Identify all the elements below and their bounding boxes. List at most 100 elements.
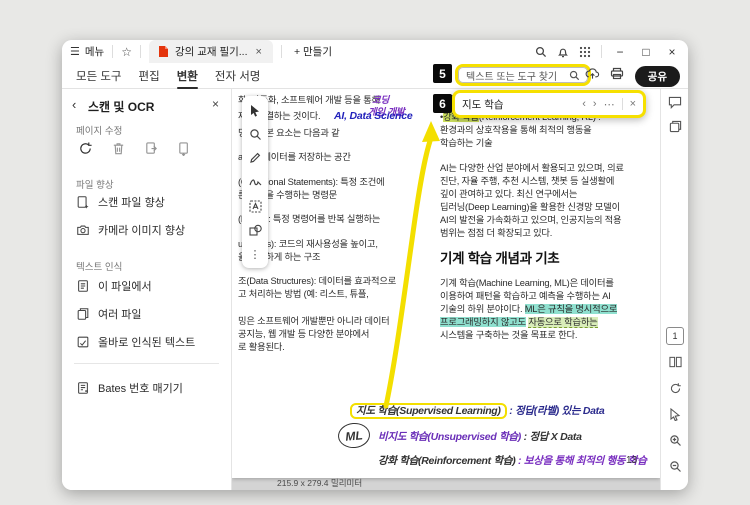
page-view-icon[interactable] [666,353,684,371]
share-button[interactable]: 공유 [634,66,680,87]
zoom-in-icon[interactable] [666,431,684,449]
highlighted-note-label: 지도 학습(Supervised Learning) [350,403,507,419]
export-pages-icon[interactable] [666,117,684,135]
doc-text-line: 밍은 소프트웨어 개발뿐만 아니라 데이터 [238,316,390,326]
doc-text-line: 프로그래밍하지 않고도 자동으로 학습하는 [440,314,598,328]
section-label-recognize: 텍스트 인식 [76,262,123,273]
zoom-tool-icon[interactable] [246,125,264,143]
doc-text-line: 진단, 자율 주행, 추천 시스템, 챗봇 등 실생활에 [440,176,615,186]
document-tab-title: 강의 교재 필기... [174,46,248,58]
print-icon[interactable] [610,67,624,80]
zoom-out-icon[interactable] [666,457,684,475]
insert-page-icon[interactable] [140,137,162,159]
toolbar-tab-convert[interactable]: 변환 [176,64,199,89]
create-button[interactable]: + 만들기 [290,44,336,59]
handwritten-ml-circle: ML [336,421,372,450]
toolbar-tab-sign[interactable]: 전자 서명 [215,64,261,88]
extract-page-icon[interactable] [173,137,195,159]
panel-close-icon[interactable]: × [212,97,219,111]
acrobat-window: ☰ 메뉴 ☆ 강의 교재 필기... × + 만들기 − □ × 모든 도구 편… [62,40,688,490]
search-icon [570,70,580,80]
section-label-pages: 페이지 수정 [76,126,123,137]
menu-label: 메뉴 [84,46,105,58]
section-heading: 기계 학습 개념과 기초 [440,251,560,266]
recognized-text-label: 올바로 인식된 텍스트 [98,336,196,349]
pen-tool-icon[interactable] [246,149,264,167]
previous-result-icon[interactable]: ‹ [582,98,586,110]
doc-text-line: AI는 다양한 산업 분야에서 활용되고 있으며, 의료 [440,163,624,173]
handwritten-note-blue: AI, Data Science [334,110,413,122]
recognized-text-item[interactable]: 올바로 인식된 텍스트 [76,333,195,350]
toolbar-tab-all-tools[interactable]: 모든 도구 [76,64,122,88]
document-view[interactable]: 화, 자동화, 소프트웨어 개발 등을 통해 제를 해결하는 것이다. 밍의 기… [232,89,660,490]
hand-tool-icon[interactable] [666,405,684,423]
find-text-or-tools-input[interactable]: 텍스트 또는 도구 찾기 [458,67,589,83]
close-window-button[interactable]: × [664,45,680,59]
text-tool-icon[interactable] [246,197,264,215]
recognize-multiple-files-item[interactable]: 여러 파일 [76,305,142,322]
search-icon[interactable] [535,46,547,58]
document-tab[interactable]: 강의 교재 필기... × [148,40,273,63]
more-tools-icon[interactable]: ⋮ [246,245,264,263]
page-dimensions-status: 215.9 x 279.4 밀리미터 [277,478,363,488]
panel-back-icon[interactable]: ‹ [72,97,76,112]
recognized-text-icon [77,336,89,347]
doc-text-line: 기술의 하위 분야이다. ML은 규칙을 명시적으로 [440,301,617,315]
more-options-icon[interactable]: ⋯ [604,98,615,111]
right-tool-rail: 1 [660,89,688,490]
shapes-tool-icon[interactable] [246,221,264,239]
doc-text-line: 딥러닝(Deep Learning)을 활용한 신경망 모델이 [440,202,620,212]
hamburger-icon: ☰ [70,46,80,58]
doc-text-line: AI의 발전을 가속화하고 있으며, 인공지능의 적용 [440,215,622,225]
page-number: 13 [626,455,638,466]
bates-numbering-icon [78,381,88,394]
signature-tool-icon[interactable] [246,173,264,191]
handwritten-note-unsupervised: 비지도 학습(Unsupervised 학습) : 정답 X Data [378,429,582,444]
note-label: 비지도 학습(Unsupervised 학습) [378,431,521,443]
cloud-upload-icon[interactable] [585,67,600,80]
maximize-button[interactable]: □ [638,45,654,59]
toolbar-search-highlight-box: 텍스트 또는 도구 찾기 [455,64,592,86]
star-icon[interactable]: ☆ [121,45,132,59]
enhance-scan-label: 스캔 파일 향상 [98,196,165,209]
note-label: 강화 학습(Reinforcement 학습) [378,455,516,467]
note-text: : 정답(라벨) 있는 Data [509,405,605,417]
apps-grid-icon[interactable] [579,46,591,58]
doc-text-line: 고 처리하는 방법 (예: 리스트, 튜플, [238,289,369,299]
app-menu-button[interactable]: ☰ 메뉴 [70,44,104,59]
comment-icon[interactable] [666,93,684,111]
recognize-this-file-label: 이 파일에서 [98,280,152,293]
rotate-view-icon[interactable] [666,379,684,397]
divider [601,45,602,58]
minimize-button[interactable]: − [612,45,628,59]
doc-text-line: 로 활용된다. [238,342,285,352]
titlebar: ☰ 메뉴 ☆ 강의 교재 필기... × + 만들기 − □ × [62,40,688,63]
section-label-enhance: 파일 향상 [76,180,114,191]
close-find-bar-icon[interactable]: × [630,98,636,110]
find-query-input[interactable]: 지도 학습 [462,97,575,112]
divider [280,45,282,58]
enhance-scan-icon [77,195,89,209]
divider [621,98,623,110]
doc-text-line: 공지능, 웹 개발 등 다양한 분야에서 [238,329,370,339]
bates-numbering-item[interactable]: Bates 번호 매기기 [76,379,183,396]
next-result-icon[interactable]: › [593,98,597,110]
toolbar-tab-edit[interactable]: 편집 [139,64,160,88]
enhance-scan-item[interactable]: 스캔 파일 향상 [76,193,165,210]
tab-close-icon[interactable]: × [254,46,264,58]
highlighted-text: ML은 규칙을 명시적으로 [524,304,618,314]
rotate-page-icon[interactable] [74,137,96,159]
panel-title: 스캔 및 OCR [88,100,155,114]
search-placeholder: 텍스트 또는 도구 찾기 [466,71,558,83]
panel-divider [74,363,219,364]
enhance-camera-label: 카메라 이미지 향상 [98,224,186,237]
enhance-camera-item[interactable]: 카메라 이미지 향상 [76,221,185,238]
doc-text-line: 기계 학습(Machine Learning, ML)은 데이터를 [440,278,614,288]
notifications-bell-icon[interactable] [557,46,569,58]
select-tool-icon[interactable] [246,101,264,119]
recognize-this-file-item[interactable]: 이 파일에서 [76,277,152,294]
camera-icon [77,225,89,235]
page-indicator[interactable]: 1 [666,327,684,345]
delete-page-icon[interactable] [107,137,129,159]
page-edit-icon-row [74,137,195,159]
